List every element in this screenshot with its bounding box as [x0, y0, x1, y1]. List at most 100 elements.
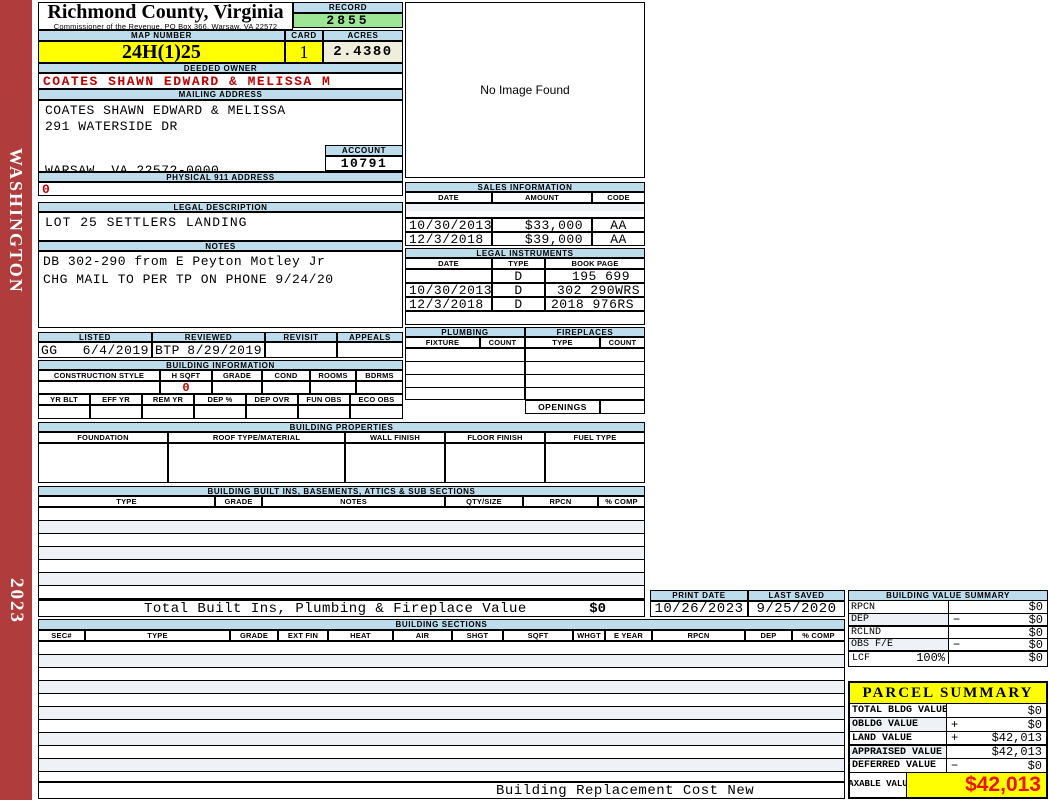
reviewed-date: 8/29/2019 [187, 343, 262, 358]
building-replacement-row: Building Replacement Cost New [38, 782, 845, 799]
ps-taxable-value: $42,013 [907, 773, 1046, 797]
property-record-card: { "sidebar": { "district": "WASHINGTON",… [0, 0, 1050, 800]
ps-land-label: LAND VALUE [850, 732, 947, 744]
section-comp-header: % COMP [792, 630, 845, 641]
instrument-blank-row [405, 311, 645, 325]
ps-row-deferred: DEFERRED VALUE −$0 [850, 759, 1046, 773]
bdrms-value [356, 381, 403, 394]
section-rpcn-header: RPCN [652, 630, 745, 641]
bvs-row-rclnd: RCLND $0 [849, 627, 1047, 639]
revisit-value [265, 342, 337, 358]
county-title-box: Richmond County, Virginia Commissioner o… [38, 2, 293, 30]
bvs-obs-label: OBS F/E [849, 639, 949, 650]
built-ins-grade-header: GRADE [215, 496, 262, 507]
parcel-summary: PARCEL SUMMARY TOTAL BLDG VALUE $0 OBLDG… [848, 681, 1048, 799]
ps-row-appraised: APPRAISED VALUE $42,013 [850, 746, 1046, 759]
section-type-header: TYPE [85, 630, 230, 641]
roof-type-header: ROOF TYPE/MATERIAL [168, 432, 345, 443]
fixture-count-header: COUNT [480, 337, 525, 348]
reviewed-value: BTP8/29/2019 [152, 342, 265, 358]
ps-row-obldg: OBLDG VALUE + $0 [850, 718, 1046, 732]
acres-header: ACRES [323, 30, 403, 41]
fuel-type-header: FUEL TYPE [545, 432, 645, 443]
sale-2-date: 12/3/2018 [405, 232, 492, 246]
grade-header: GRADE [212, 370, 262, 381]
instrument-bookpage-header: BOOK PAGE [545, 258, 645, 269]
shgt-header: SHGT [452, 630, 503, 641]
bvs-dep-op: − [953, 614, 960, 625]
cond-header: COND [262, 370, 310, 381]
built-ins-total-value: $0 [589, 601, 606, 617]
bvs-dep-value: $0 [1029, 614, 1043, 625]
instrument-2-bookpage: 302 290WRS [545, 283, 645, 297]
cond-value [262, 381, 310, 394]
instrument-1-type: D [492, 269, 545, 283]
bvs-rpcn-label: RPCN [849, 601, 949, 613]
county-title: Richmond County, Virginia [39, 3, 292, 22]
plumbing-blank-rows [405, 348, 525, 400]
bvs-lcf-value: $0 [1029, 652, 1043, 664]
parcel-summary-title: PARCEL SUMMARY [850, 683, 1046, 704]
fireplace-count-header: COUNT [600, 337, 645, 348]
air-header: AIR [393, 630, 452, 641]
physical-911-header: PHYSICAL 911 ADDRESS [38, 172, 403, 182]
sec-num-header: SEC# [38, 630, 85, 641]
built-ins-qty-header: QTY/SIZE [445, 496, 523, 507]
building-sections-header: BUILDING SECTIONS [38, 619, 845, 630]
bvs-dep-label: DEP [849, 614, 949, 625]
no-image-message: No Image Found [480, 83, 569, 97]
ps-obldg-op: + [951, 718, 958, 731]
sales-information-header: SALES INFORMATION [405, 182, 645, 192]
floor-finish-header: FLOOR FINISH [445, 432, 545, 443]
ps-land-value: $42,013 [992, 732, 1042, 744]
construction-style-header: CONSTRUCTION STYLE [38, 370, 160, 381]
instrument-1-date [405, 269, 492, 283]
map-number-header: MAP NUMBER [38, 30, 285, 41]
building-value-summary-header: BUILDING VALUE SUMMARY [848, 590, 1048, 601]
grade-value [212, 381, 262, 394]
ps-obldg-value: $0 [1028, 718, 1042, 731]
built-ins-header: BUILDING BUILT INS, BASEMENTS, ATTICS & … [38, 486, 645, 496]
record-number: 2855 [293, 13, 403, 28]
section-dep-header: DEP [745, 630, 792, 641]
listed-by: GG [41, 343, 58, 358]
sales-blank-row [405, 203, 645, 218]
eff-yr-value [90, 405, 142, 419]
dep-ovr-header: DEP OVR [246, 394, 298, 405]
floor-finish-value [445, 443, 545, 483]
instrument-date-header: DATE [405, 258, 492, 269]
legal-description-header: LEGAL DESCRIPTION [38, 202, 403, 212]
building-sections-blank-rows [38, 641, 845, 782]
instrument-3-bookpage: 2018 976RS [545, 297, 645, 311]
instrument-2-date: 10/30/2013 [405, 283, 492, 297]
construction-style-value [38, 381, 160, 394]
reviewed-header: REVIEWED [152, 332, 265, 342]
built-ins-rpcn-header: RPCN [523, 496, 598, 507]
physical-911-value: 0 [38, 182, 403, 196]
building-replacement-label: Building Replacement Cost New [496, 783, 754, 799]
listed-value: GG 6/4/2019 [38, 342, 152, 358]
acres-value: 2.4380 [323, 41, 403, 63]
ps-row-taxable: TAXABLE VALUE $42,013 [850, 773, 1046, 797]
fuel-type-value [545, 443, 645, 483]
listed-header: LISTED [38, 332, 152, 342]
ext-fin-header: EXT FIN [278, 630, 328, 641]
ps-land-op: + [951, 732, 958, 744]
sqft-header: SQFT [503, 630, 573, 641]
sales-date-header: DATE [405, 192, 492, 203]
note-line-1: DB 302-290 from E Peyton Motley Jr [39, 252, 402, 269]
print-date-value: 10/26/2023 [650, 601, 748, 617]
legal-instruments-header: LEGAL INSTRUMENTS [405, 248, 645, 258]
ps-total-bldg-value: $0 [1028, 704, 1042, 717]
built-ins-type-header: TYPE [38, 496, 215, 507]
bvs-rclnd-value: $0 [1029, 627, 1043, 638]
ps-obldg-label: OBLDG VALUE [850, 718, 947, 731]
bvs-obs-value: $0 [1029, 639, 1043, 650]
account-number: 10791 [325, 156, 403, 171]
card-value: 1 [285, 41, 323, 63]
listed-date: 6/4/2019 [83, 343, 149, 358]
fun-obs-value [298, 405, 350, 419]
year-district-sidebar: WASHINGTON 2023 [0, 0, 32, 800]
district-label: WASHINGTON [5, 148, 26, 294]
map-number-value: 24H(1)25 [38, 41, 285, 63]
